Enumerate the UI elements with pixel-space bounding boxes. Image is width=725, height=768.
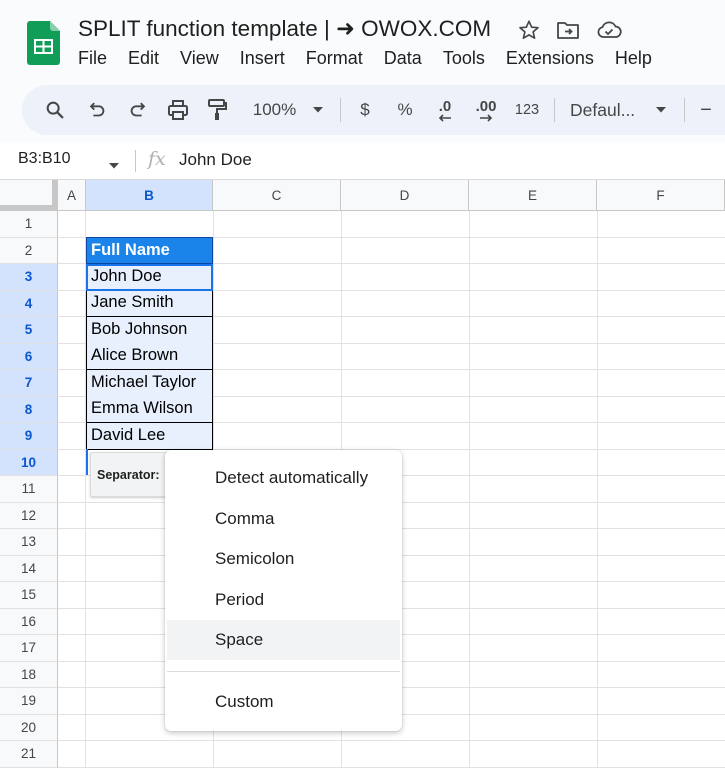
formula-bar-divider [135,150,136,172]
row-header-11[interactable]: 11 [0,476,58,503]
gridline [469,211,470,768]
move-folder-icon[interactable] [556,19,580,41]
toolbar-divider [684,98,685,122]
row-header-12[interactable]: 12 [0,502,58,529]
undo-icon[interactable] [82,85,112,135]
cell-b5[interactable]: Bob Johnson [86,317,213,344]
cloud-saved-icon[interactable] [596,19,622,41]
menu-data[interactable]: Data [384,48,422,69]
row-header-17[interactable]: 17 [0,635,58,662]
menu-format[interactable]: Format [306,48,363,69]
toolbar: 100% $ % .0 .00 123 Defaul... − [22,85,725,135]
row-header-6[interactable]: 6 [0,343,58,370]
separator-option-detect[interactable]: Detect automatically [167,458,400,498]
menu-view[interactable]: View [180,48,219,69]
menu-extensions[interactable]: Extensions [506,48,594,69]
zoom-value[interactable]: 100% [247,85,302,135]
name-box-dropdown-icon[interactable] [108,157,120,175]
menu-tools[interactable]: Tools [443,48,485,69]
function-icon: fx [148,148,166,170]
arrow-left-icon [438,113,451,122]
arrow-right-icon [480,113,493,122]
increase-decimal-button[interactable]: .00 [472,85,500,135]
row-header-9[interactable]: 9 [0,423,58,450]
row-header-7[interactable]: 7 [0,370,58,397]
separator-option-space[interactable]: Space [167,620,400,660]
row-header-15[interactable]: 15 [0,582,58,609]
font-dropdown-icon[interactable] [651,85,671,135]
separator-option-comma[interactable]: Comma [167,499,400,539]
menu-insert[interactable]: Insert [240,48,285,69]
row-header-2[interactable]: 2 [0,237,58,264]
menu-bar: File Edit View Insert Format Data Tools … [78,48,673,69]
name-box[interactable]: B3:B10 [18,150,70,168]
decrease-decimal-label: .0 [438,97,452,115]
percent-format-button[interactable]: % [394,85,416,135]
row-header-10[interactable]: 10 [0,449,58,476]
row-header-14[interactable]: 14 [0,555,58,582]
search-menus-icon[interactable] [40,85,70,135]
star-icon[interactable] [518,19,540,41]
selection-border [86,449,88,475]
gridline [58,740,725,741]
separator-option-period[interactable]: Period [167,580,400,620]
zoom-dropdown-icon[interactable] [308,85,328,135]
separator-option-custom[interactable]: Custom [167,682,400,722]
cell-b9[interactable]: David Lee [86,423,213,450]
row-header-5[interactable]: 5 [0,317,58,344]
toolbar-area: 100% $ % .0 .00 123 Defaul... − [0,82,725,142]
menu-file[interactable]: File [78,48,107,69]
cell-b6[interactable]: Alice Brown [86,343,213,370]
column-header-b[interactable]: B [86,180,213,211]
paint-format-icon[interactable] [202,85,232,135]
currency-format-button[interactable]: $ [354,85,376,135]
gridline [597,211,598,768]
row-header-18[interactable]: 18 [0,661,58,688]
row-header-21[interactable]: 21 [0,741,58,768]
row-header-4[interactable]: 4 [0,290,58,317]
row-header-20[interactable]: 20 [0,714,58,741]
cell-b8[interactable]: Emma Wilson [86,396,213,423]
sheets-logo-icon[interactable] [27,21,60,65]
document-title[interactable]: SPLIT function template | ➜ OWOX.COM [78,16,491,42]
row-header-16[interactable]: 16 [0,608,58,635]
cell-b7[interactable]: Michael Taylor [86,370,213,397]
freeze-rows-handle[interactable] [0,205,58,210]
toolbar-divider [340,98,341,122]
separator-dropdown: Detect automatically Comma Semicolon Per… [165,450,402,731]
row-header-13[interactable]: 13 [0,529,58,556]
gridline [58,766,725,768]
redo-icon[interactable] [123,85,153,135]
decrease-font-size-button[interactable]: − [696,85,716,135]
print-icon[interactable] [163,85,193,135]
separator-label: Separator: [97,468,160,482]
number-format-button[interactable]: 123 [512,85,542,135]
menu-edit[interactable]: Edit [128,48,159,69]
menu-help[interactable]: Help [615,48,652,69]
cell-b4[interactable]: Jane Smith [86,290,213,317]
decrease-decimal-button[interactable]: .0 [432,85,458,135]
cell-b2-header[interactable]: Full Name [86,237,213,264]
column-header-c[interactable]: C [213,180,341,211]
formula-bar: B3:B10 fx John Doe [0,142,725,180]
cell-b3[interactable]: John Doe [86,264,213,291]
row-header-19[interactable]: 19 [0,688,58,715]
column-header-d[interactable]: D [341,180,469,211]
toolbar-divider [554,98,555,122]
row-header-3[interactable]: 3 [0,264,58,291]
dropdown-divider [167,671,400,672]
column-header-e[interactable]: E [469,180,597,211]
row-header-1[interactable]: 1 [0,211,58,238]
column-header-f[interactable]: F [597,180,725,211]
font-family-select[interactable]: Defaul... [570,85,644,135]
increase-decimal-label: .00 [475,97,497,115]
separator-option-semicolon[interactable]: Semicolon [167,539,400,579]
app-header: SPLIT function template | ➜ OWOX.COM Fil… [0,0,725,82]
formula-input[interactable]: John Doe [179,150,252,170]
row-header-8[interactable]: 8 [0,396,58,423]
column-header-a[interactable]: A [58,180,86,211]
